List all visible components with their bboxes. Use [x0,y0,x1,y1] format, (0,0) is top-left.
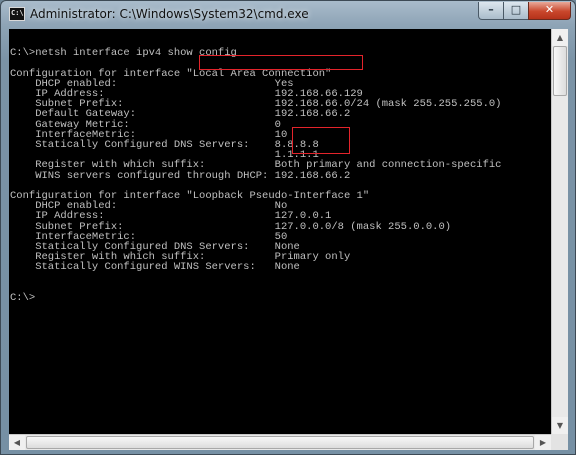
scroll-down-arrow-icon[interactable]: ▼ [552,417,568,434]
vertical-scroll-thumb[interactable] [553,46,567,96]
scroll-left-arrow-icon[interactable]: ◀ [9,435,25,450]
cmd-window: C:\ Administrator: C:\Windows\System32\c… [0,0,576,455]
scroll-up-arrow-icon[interactable]: ▲ [552,29,568,46]
horizontal-scroll-thumb[interactable] [26,436,534,449]
window-title: Administrator: C:\Windows\System32\cmd.e… [30,7,309,21]
close-button[interactable]: ✕ [528,2,571,20]
highlight-interface-name [199,55,363,70]
vertical-scrollbar[interactable]: ▲ ▼ [551,29,568,434]
console-line: WINS servers configured through DHCP: 19… [10,169,351,182]
minimize-button[interactable]: – [478,2,504,20]
maximize-button[interactable]: □ [503,2,529,20]
console-line: C:\> [10,292,36,305]
console-output[interactable]: C:\>netsh interface ipv4 show config Con… [9,29,551,434]
horizontal-scrollbar[interactable]: ◀ ▶ [9,434,551,450]
cmd-app-icon[interactable]: C:\ [9,7,25,21]
console-text: C:\>netsh interface ipv4 show config Con… [9,29,551,303]
cmd-app-icon-text: C:\ [11,9,24,17]
scrollbar-corner [551,434,568,450]
console-line: Statically Configured WINS Servers: None [10,261,300,274]
title-bar[interactable]: C:\ Administrator: C:\Windows\System32\c… [1,1,575,29]
scroll-right-arrow-icon[interactable]: ▶ [535,435,551,450]
highlight-dns-servers [292,127,350,154]
